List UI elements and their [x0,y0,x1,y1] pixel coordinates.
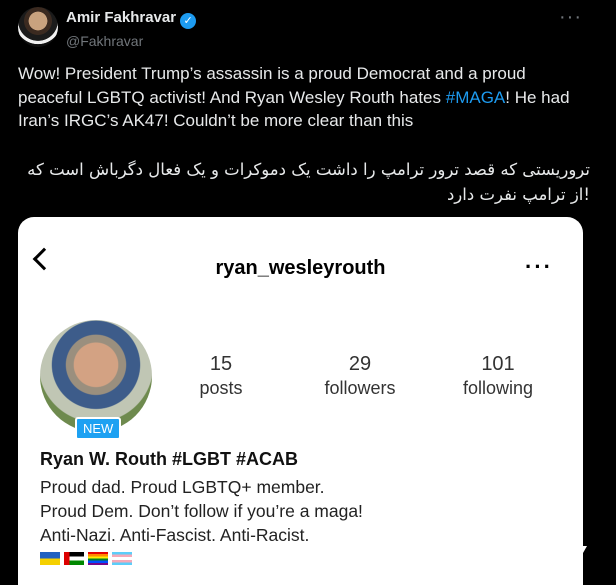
ukraine-flag-icon [40,552,60,566]
ig-stat-following-num: 101 [481,353,515,375]
persian-line-2: !از ترامپ نفرت دارد [446,185,590,204]
transgender-flag-icon [112,552,132,566]
ig-bio-line: Proud dad. Proud LGBTQ+ member. [40,477,325,497]
ig-stat-followers-num: 29 [348,353,372,375]
ig-profile-photo [40,320,152,432]
verified-badge-icon: ✓ [180,13,197,29]
more-horizontal-icon[interactable]: ··· [559,6,582,29]
ig-display-name: Ryan W. Routh #LGBT #ACAB [40,449,299,469]
ig-bio-line: Anti-Nazi. Anti-Fascist. Anti-Racist. [40,525,310,545]
ig-bio-line: Proud Dem. Don’t follow if you’re a maga… [40,501,363,521]
ig-stat-posts-num: 15 [209,353,233,375]
ig-stat-following: 101 following [443,353,553,399]
ig-username: ryan_wesleyrouth [215,257,386,279]
ig-stat-followers: 29 followers [305,353,415,399]
author-avatar[interactable] [18,7,58,47]
ig-bio: Proud dad. Proud LGBTQ+ member. Proud De… [40,475,363,547]
ig-stat-followers-label: followers [324,378,396,398]
ig-stat-posts: 15 posts [166,353,276,399]
ig-stat-posts-label: posts [199,378,243,398]
palestine-flag-icon [64,552,84,566]
ig-stat-following-label: following [462,378,534,398]
rainbow-flag-icon [88,552,108,566]
mouse-cursor-icon [579,546,587,560]
author-info: Amir Fakhravar ✓ @Fakhravar [66,9,197,49]
tweet-persian-text: تروریستی که قصد ترور ترامپ را داشت یک دم… [15,157,590,207]
ig-new-badge: NEW [75,417,122,440]
tweet-media-image[interactable]: ryan_wesleyrouth ··· NEW 15 posts 29 fol… [18,217,583,585]
ig-more-icon: ··· [525,254,553,279]
persian-line-1: تروریستی که قصد ترور ترامپ را داشت یک دم… [27,160,590,179]
hashtag-link[interactable]: #MAGA [446,88,506,107]
author-name[interactable]: Amir Fakhravar [66,9,176,26]
ig-flags [40,550,136,568]
tweet-text: Wow! President Trump’s assassin is a pro… [18,62,593,133]
author-handle[interactable]: @Fakhravar [66,33,196,49]
